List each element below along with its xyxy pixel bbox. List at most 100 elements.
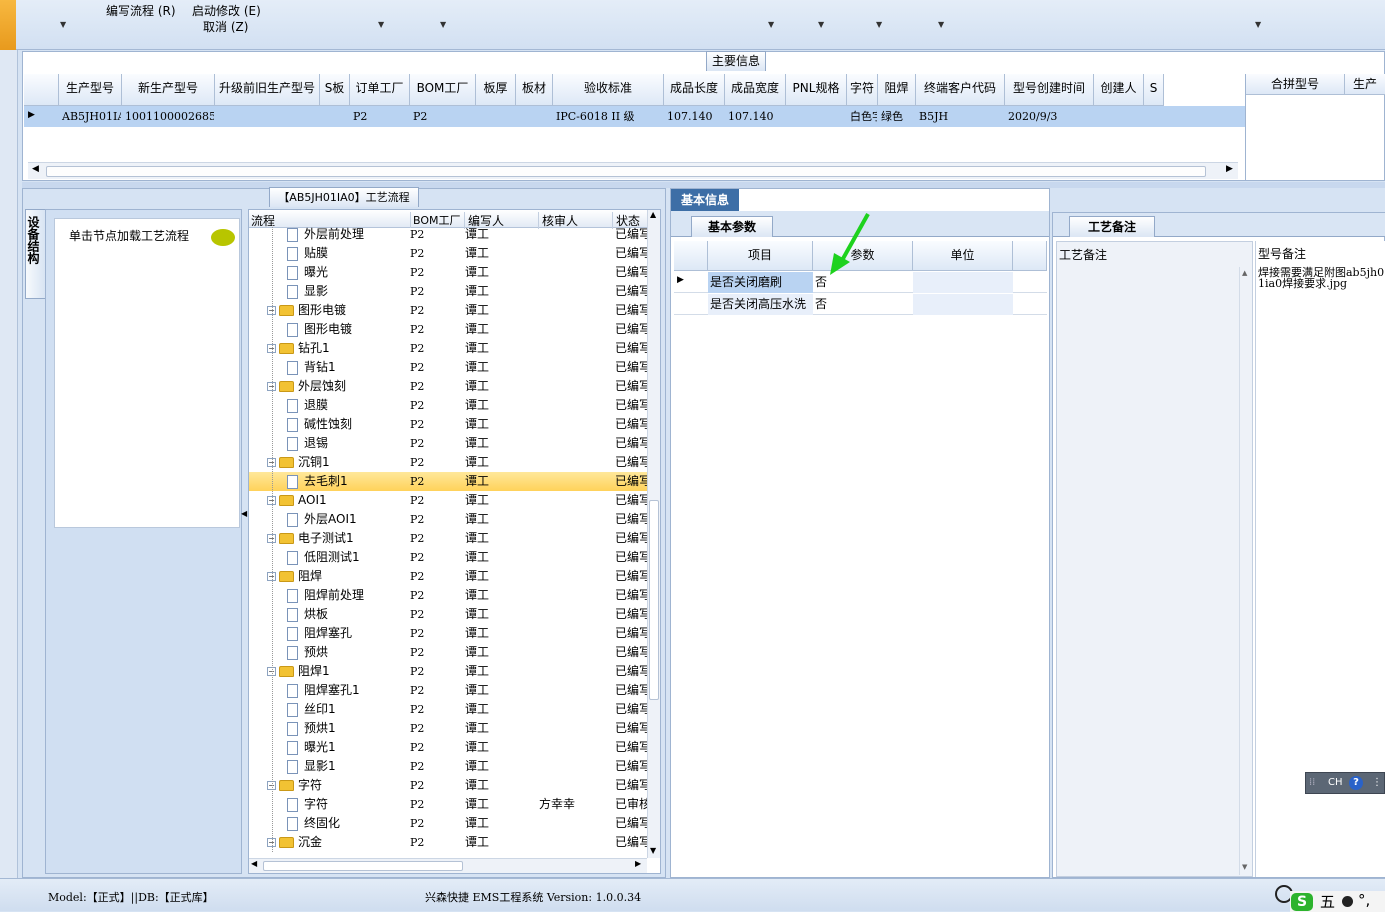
tree-node[interactable]: − 电子测试1 bbox=[267, 529, 407, 548]
chevron-down-icon[interactable]: ▼ bbox=[876, 20, 882, 29]
tree-row[interactable]: 曝光1 P2谭工 已编写 bbox=[249, 738, 647, 757]
writer-cell[interactable]: 谭工 bbox=[465, 548, 537, 567]
writer-cell[interactable]: 谭工 bbox=[465, 244, 537, 263]
tree-node[interactable]: 外层前处理 bbox=[287, 225, 407, 244]
writer-cell[interactable]: 谭工 bbox=[465, 795, 537, 814]
writer-cell[interactable]: 谭工 bbox=[465, 358, 537, 377]
tree-node[interactable]: − 外层蚀刻 bbox=[267, 377, 407, 396]
reviewer-cell[interactable] bbox=[539, 529, 611, 548]
status-cell[interactable]: 已编写 bbox=[615, 225, 647, 244]
status-cell[interactable]: 已编写 bbox=[615, 396, 647, 415]
bom-cell[interactable]: P2 bbox=[410, 548, 464, 567]
status-cell[interactable]: 已编写 bbox=[615, 719, 647, 738]
tree-row[interactable]: −外层蚀刻P2谭工 已编写 bbox=[249, 377, 647, 396]
bom-cell[interactable]: P2 bbox=[410, 415, 464, 434]
tree-node[interactable]: 贴膜 bbox=[287, 244, 407, 263]
reviewer-cell[interactable] bbox=[539, 624, 611, 643]
scroll-left-icon[interactable]: ◀ bbox=[251, 859, 257, 868]
reviewer-cell[interactable] bbox=[539, 472, 611, 491]
status-cell[interactable]: 已编写 bbox=[615, 662, 647, 681]
reviewer-cell[interactable] bbox=[539, 662, 611, 681]
tree-row[interactable]: 去毛刺1 P2谭工 已编写 bbox=[249, 472, 647, 491]
writer-cell[interactable]: 谭工 bbox=[465, 605, 537, 624]
tree-row[interactable]: −钻孔1P2谭工 已编写 bbox=[249, 339, 647, 358]
table-cell[interactable]: 107.140 bbox=[726, 106, 785, 127]
tab-main-info[interactable]: 主要信息 bbox=[706, 51, 766, 71]
status-cell[interactable]: 已编写 bbox=[615, 415, 647, 434]
reviewer-cell[interactable] bbox=[539, 567, 611, 586]
help-icon[interactable]: ? bbox=[1349, 776, 1363, 790]
table-cell[interactable]: 107.140 bbox=[665, 106, 724, 127]
writer-cell[interactable]: 谭工 bbox=[465, 662, 537, 681]
table-row[interactable]: 是否关闭高压水洗 否 bbox=[674, 294, 1047, 315]
writer-cell[interactable]: 谭工 bbox=[465, 282, 537, 301]
column-header[interactable]: BOM工厂 bbox=[410, 74, 476, 106]
writer-cell[interactable]: 谭工 bbox=[465, 377, 537, 396]
scroll-up-icon[interactable]: ▲ bbox=[650, 210, 656, 219]
writer-cell[interactable]: 谭工 bbox=[465, 472, 537, 491]
model-note-text[interactable]: 焊接需要满足附图ab5jh01ia0焊接要求.jpg bbox=[1258, 267, 1385, 289]
chevron-down-icon[interactable]: ▼ bbox=[378, 20, 384, 29]
reviewer-cell[interactable] bbox=[539, 263, 611, 282]
reviewer-cell[interactable] bbox=[539, 415, 611, 434]
cancel-button[interactable]: 取消 (Z) bbox=[203, 18, 248, 35]
table-cell[interactable]: 2020/9/3 bbox=[1006, 106, 1093, 127]
bom-cell[interactable]: P2 bbox=[410, 510, 464, 529]
bom-cell[interactable]: P2 bbox=[410, 472, 464, 491]
tab-flow-title[interactable]: 【AB5JH01IA0】工艺流程 bbox=[269, 187, 419, 207]
tree-row[interactable]: 外层前处理 P2谭工 已编写 bbox=[249, 225, 647, 244]
writer-cell[interactable]: 谭工 bbox=[465, 415, 537, 434]
bom-cell[interactable]: P2 bbox=[410, 301, 464, 320]
col-unit[interactable]: 单位 bbox=[913, 241, 1013, 271]
table-cell[interactable]: B5JH bbox=[917, 106, 1004, 127]
write-flow-button[interactable]: 编写流程 (R) bbox=[106, 2, 176, 19]
tree-row[interactable]: 丝印1 P2谭工 已编写 bbox=[249, 700, 647, 719]
col-item[interactable]: 项目 bbox=[708, 241, 813, 271]
bom-cell[interactable]: P2 bbox=[410, 719, 464, 738]
table-cell[interactable]: 10011000026857 bbox=[123, 106, 214, 127]
chevron-down-icon[interactable]: ▼ bbox=[1255, 20, 1261, 29]
tree-node[interactable]: 去毛刺1 bbox=[287, 472, 407, 491]
writer-cell[interactable]: 谭工 bbox=[465, 510, 537, 529]
status-cell[interactable]: 已编写 bbox=[615, 434, 647, 453]
tree-row[interactable]: 字符 P2谭工方幸幸已审核 bbox=[249, 795, 647, 814]
chevron-down-icon[interactable]: ▼ bbox=[60, 20, 66, 29]
tree-node[interactable]: 丝印1 bbox=[287, 700, 407, 719]
chevron-down-icon[interactable]: ▼ bbox=[768, 20, 774, 29]
bom-cell[interactable]: P2 bbox=[410, 358, 464, 377]
chevron-down-icon[interactable]: ▼ bbox=[818, 20, 824, 29]
tree-row[interactable]: 低阻测试1 P2谭工 已编写 bbox=[249, 548, 647, 567]
tree-node[interactable]: 阻焊塞孔1 bbox=[287, 681, 407, 700]
reviewer-cell[interactable] bbox=[539, 453, 611, 472]
tree-node[interactable]: 显影1 bbox=[287, 757, 407, 776]
bom-cell[interactable]: P2 bbox=[410, 643, 464, 662]
status-cell[interactable]: 已编写 bbox=[615, 453, 647, 472]
bom-cell[interactable]: P2 bbox=[410, 453, 464, 472]
side-tab-equipment[interactable]: 设备结构 bbox=[25, 209, 45, 299]
table-cell[interactable]: P2 bbox=[351, 106, 409, 127]
writer-cell[interactable]: 谭工 bbox=[465, 434, 537, 453]
column-header[interactable]: 新生产型号 bbox=[122, 74, 215, 106]
reviewer-cell[interactable] bbox=[539, 757, 611, 776]
reviewer-cell[interactable] bbox=[539, 643, 611, 662]
column-header[interactable]: 升级前旧生产型号 bbox=[215, 74, 320, 106]
column-header[interactable]: 订单工厂 bbox=[350, 74, 410, 106]
ime-status[interactable]: S 五 °, bbox=[1290, 891, 1385, 912]
tree-node[interactable]: 烘板 bbox=[287, 605, 407, 624]
load-hint-box[interactable]: 单击节点加载工艺流程 bbox=[54, 218, 240, 528]
tree-node[interactable]: 背钻1 bbox=[287, 358, 407, 377]
tree-node[interactable]: 预烘1 bbox=[287, 719, 407, 738]
writer-cell[interactable]: 谭工 bbox=[465, 225, 537, 244]
horizontal-scrollbar[interactable]: ◀ ▶ bbox=[249, 858, 647, 873]
column-header[interactable]: PNL规格 bbox=[786, 74, 847, 106]
status-cell[interactable]: 已编写 bbox=[615, 529, 647, 548]
reviewer-cell[interactable]: 方幸幸 bbox=[539, 795, 611, 814]
bom-cell[interactable]: P2 bbox=[410, 700, 464, 719]
menu-icon[interactable]: ⋮ bbox=[1372, 773, 1382, 793]
reviewer-cell[interactable] bbox=[539, 282, 611, 301]
column-header[interactable]: 板厚 bbox=[476, 74, 516, 106]
writer-cell[interactable]: 谭工 bbox=[465, 567, 537, 586]
chevron-down-icon[interactable]: ▼ bbox=[938, 20, 944, 29]
tree-row[interactable]: 贴膜 P2谭工 已编写 bbox=[249, 244, 647, 263]
reviewer-cell[interactable] bbox=[539, 377, 611, 396]
